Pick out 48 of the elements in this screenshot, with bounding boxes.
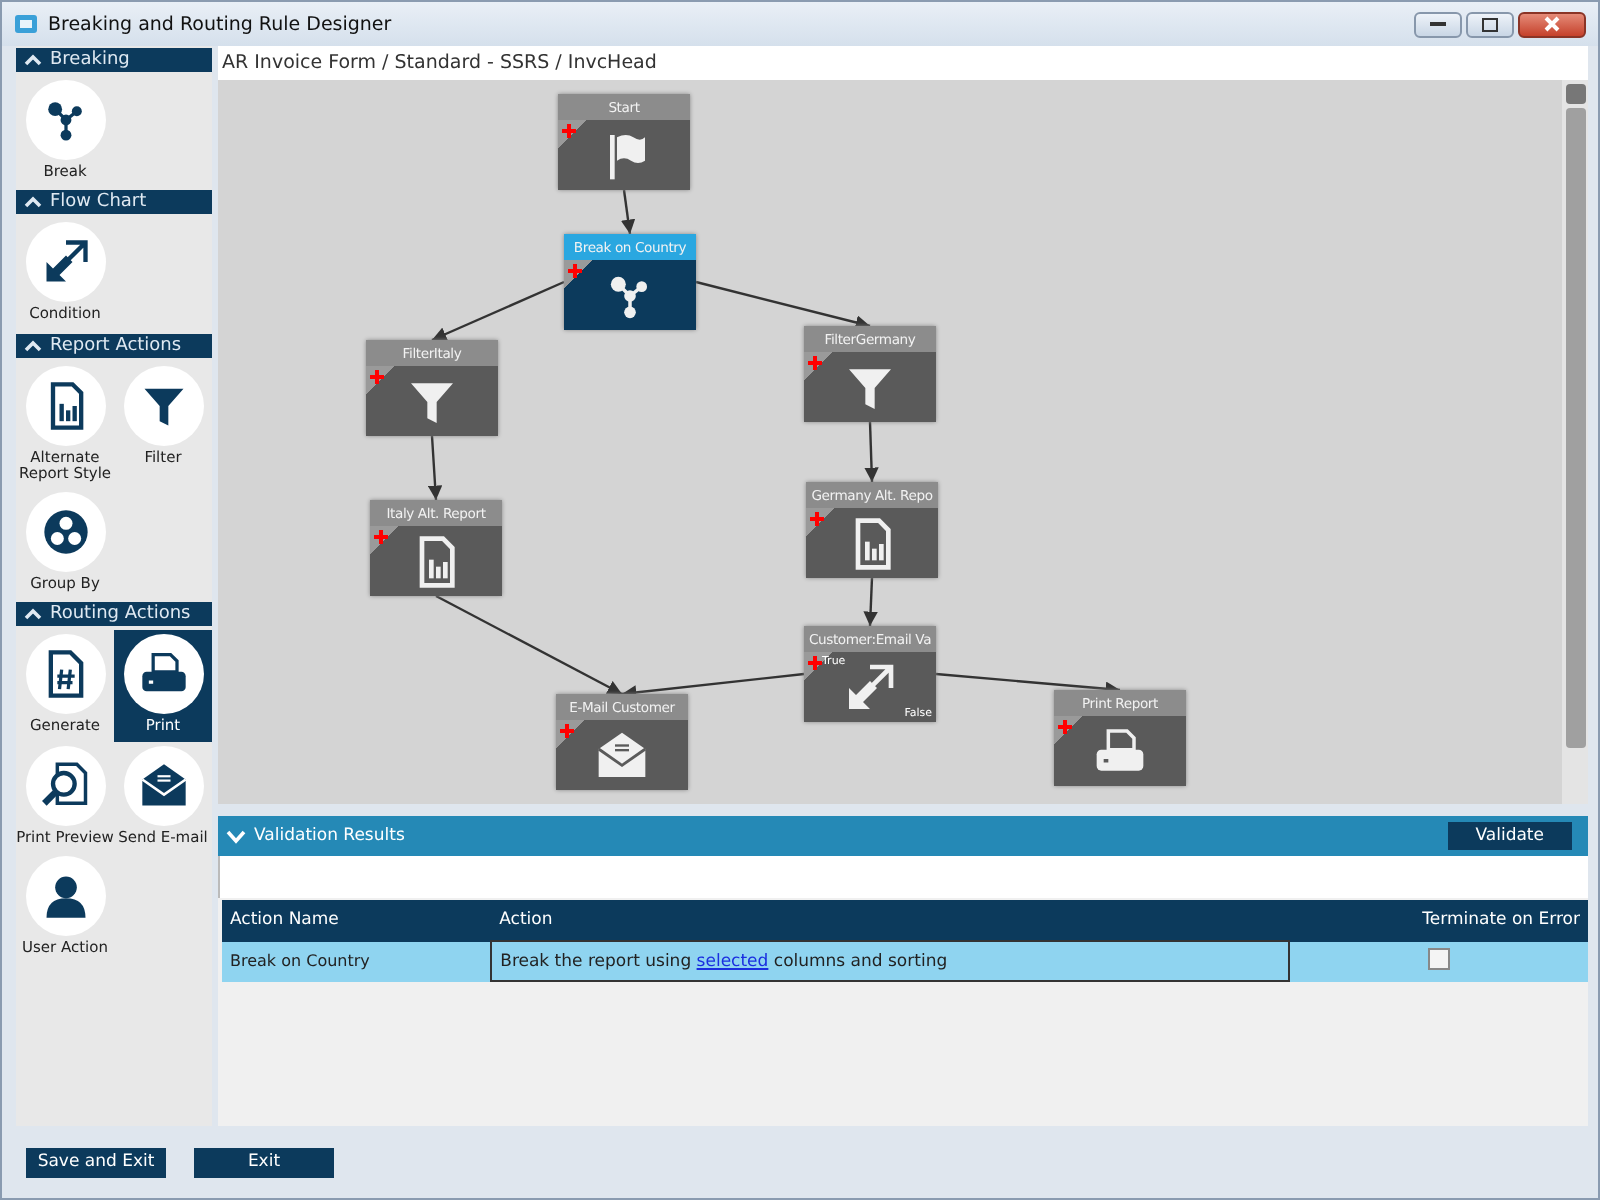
selected-link[interactable]: selected [696, 951, 769, 971]
plus-icon[interactable] [374, 530, 388, 544]
section-header[interactable]: Report Actions [16, 333, 212, 357]
plus-icon[interactable] [560, 724, 574, 738]
minimize-button[interactable] [1414, 11, 1462, 37]
footer-button[interactable]: Save and Exit [26, 1147, 166, 1177]
envelope-icon [137, 759, 189, 811]
window-title: Breaking and Routing Rule Designer [48, 13, 394, 35]
connector-arrow [427, 435, 443, 501]
app-icon [14, 14, 38, 34]
breadcrumb: AR Invoice Form / Standard - SSRS / InvcHead [218, 46, 1588, 80]
chevron-up-icon [24, 196, 42, 209]
plus-icon[interactable] [568, 264, 582, 278]
validate-button[interactable]: Validate [1447, 822, 1572, 850]
table-cell: Break on Country [222, 941, 492, 981]
scrollbar[interactable] [1562, 80, 1588, 804]
action-text: Break the report using selected columns and sorting [491, 941, 1290, 981]
chevron-up-icon [24, 54, 42, 66]
minimize-icon [1430, 20, 1446, 28]
column-header: Action Name [222, 900, 492, 941]
connector-arrow [863, 577, 878, 627]
footer-button[interactable]: Exit [194, 1147, 334, 1177]
plus-icon[interactable] [1058, 720, 1072, 734]
plus-icon[interactable] [370, 370, 384, 384]
plus-icon[interactable] [808, 656, 822, 670]
plus-icon[interactable] [810, 512, 824, 526]
chevron-up-icon [24, 608, 42, 621]
chevron-up-icon [24, 339, 42, 351]
section-header[interactable]: Breaking [16, 48, 212, 72]
maximize-icon [1482, 17, 1498, 31]
checkbox[interactable] [1428, 947, 1451, 969]
panel-title: Validation Results [254, 826, 407, 846]
circles-icon [39, 506, 91, 558]
plus-icon[interactable] [562, 124, 576, 138]
section-header[interactable]: Routing Actions [16, 602, 212, 627]
maximize-button[interactable] [1466, 11, 1514, 37]
plus-icon[interactable] [808, 356, 822, 370]
connector-arrow [620, 189, 636, 235]
chevron-down-icon[interactable] [226, 829, 246, 843]
magnifier-icon [39, 759, 91, 811]
close-button[interactable] [1518, 11, 1586, 37]
section-header[interactable]: Flow Chart [16, 190, 212, 215]
connector-arrow [431, 280, 565, 342]
column-header: Terminate on Error [1289, 900, 1588, 941]
connector-arrow [864, 421, 879, 483]
column-header: Action [491, 900, 1290, 941]
close-icon [1544, 16, 1560, 32]
envelope-icon [594, 727, 650, 783]
